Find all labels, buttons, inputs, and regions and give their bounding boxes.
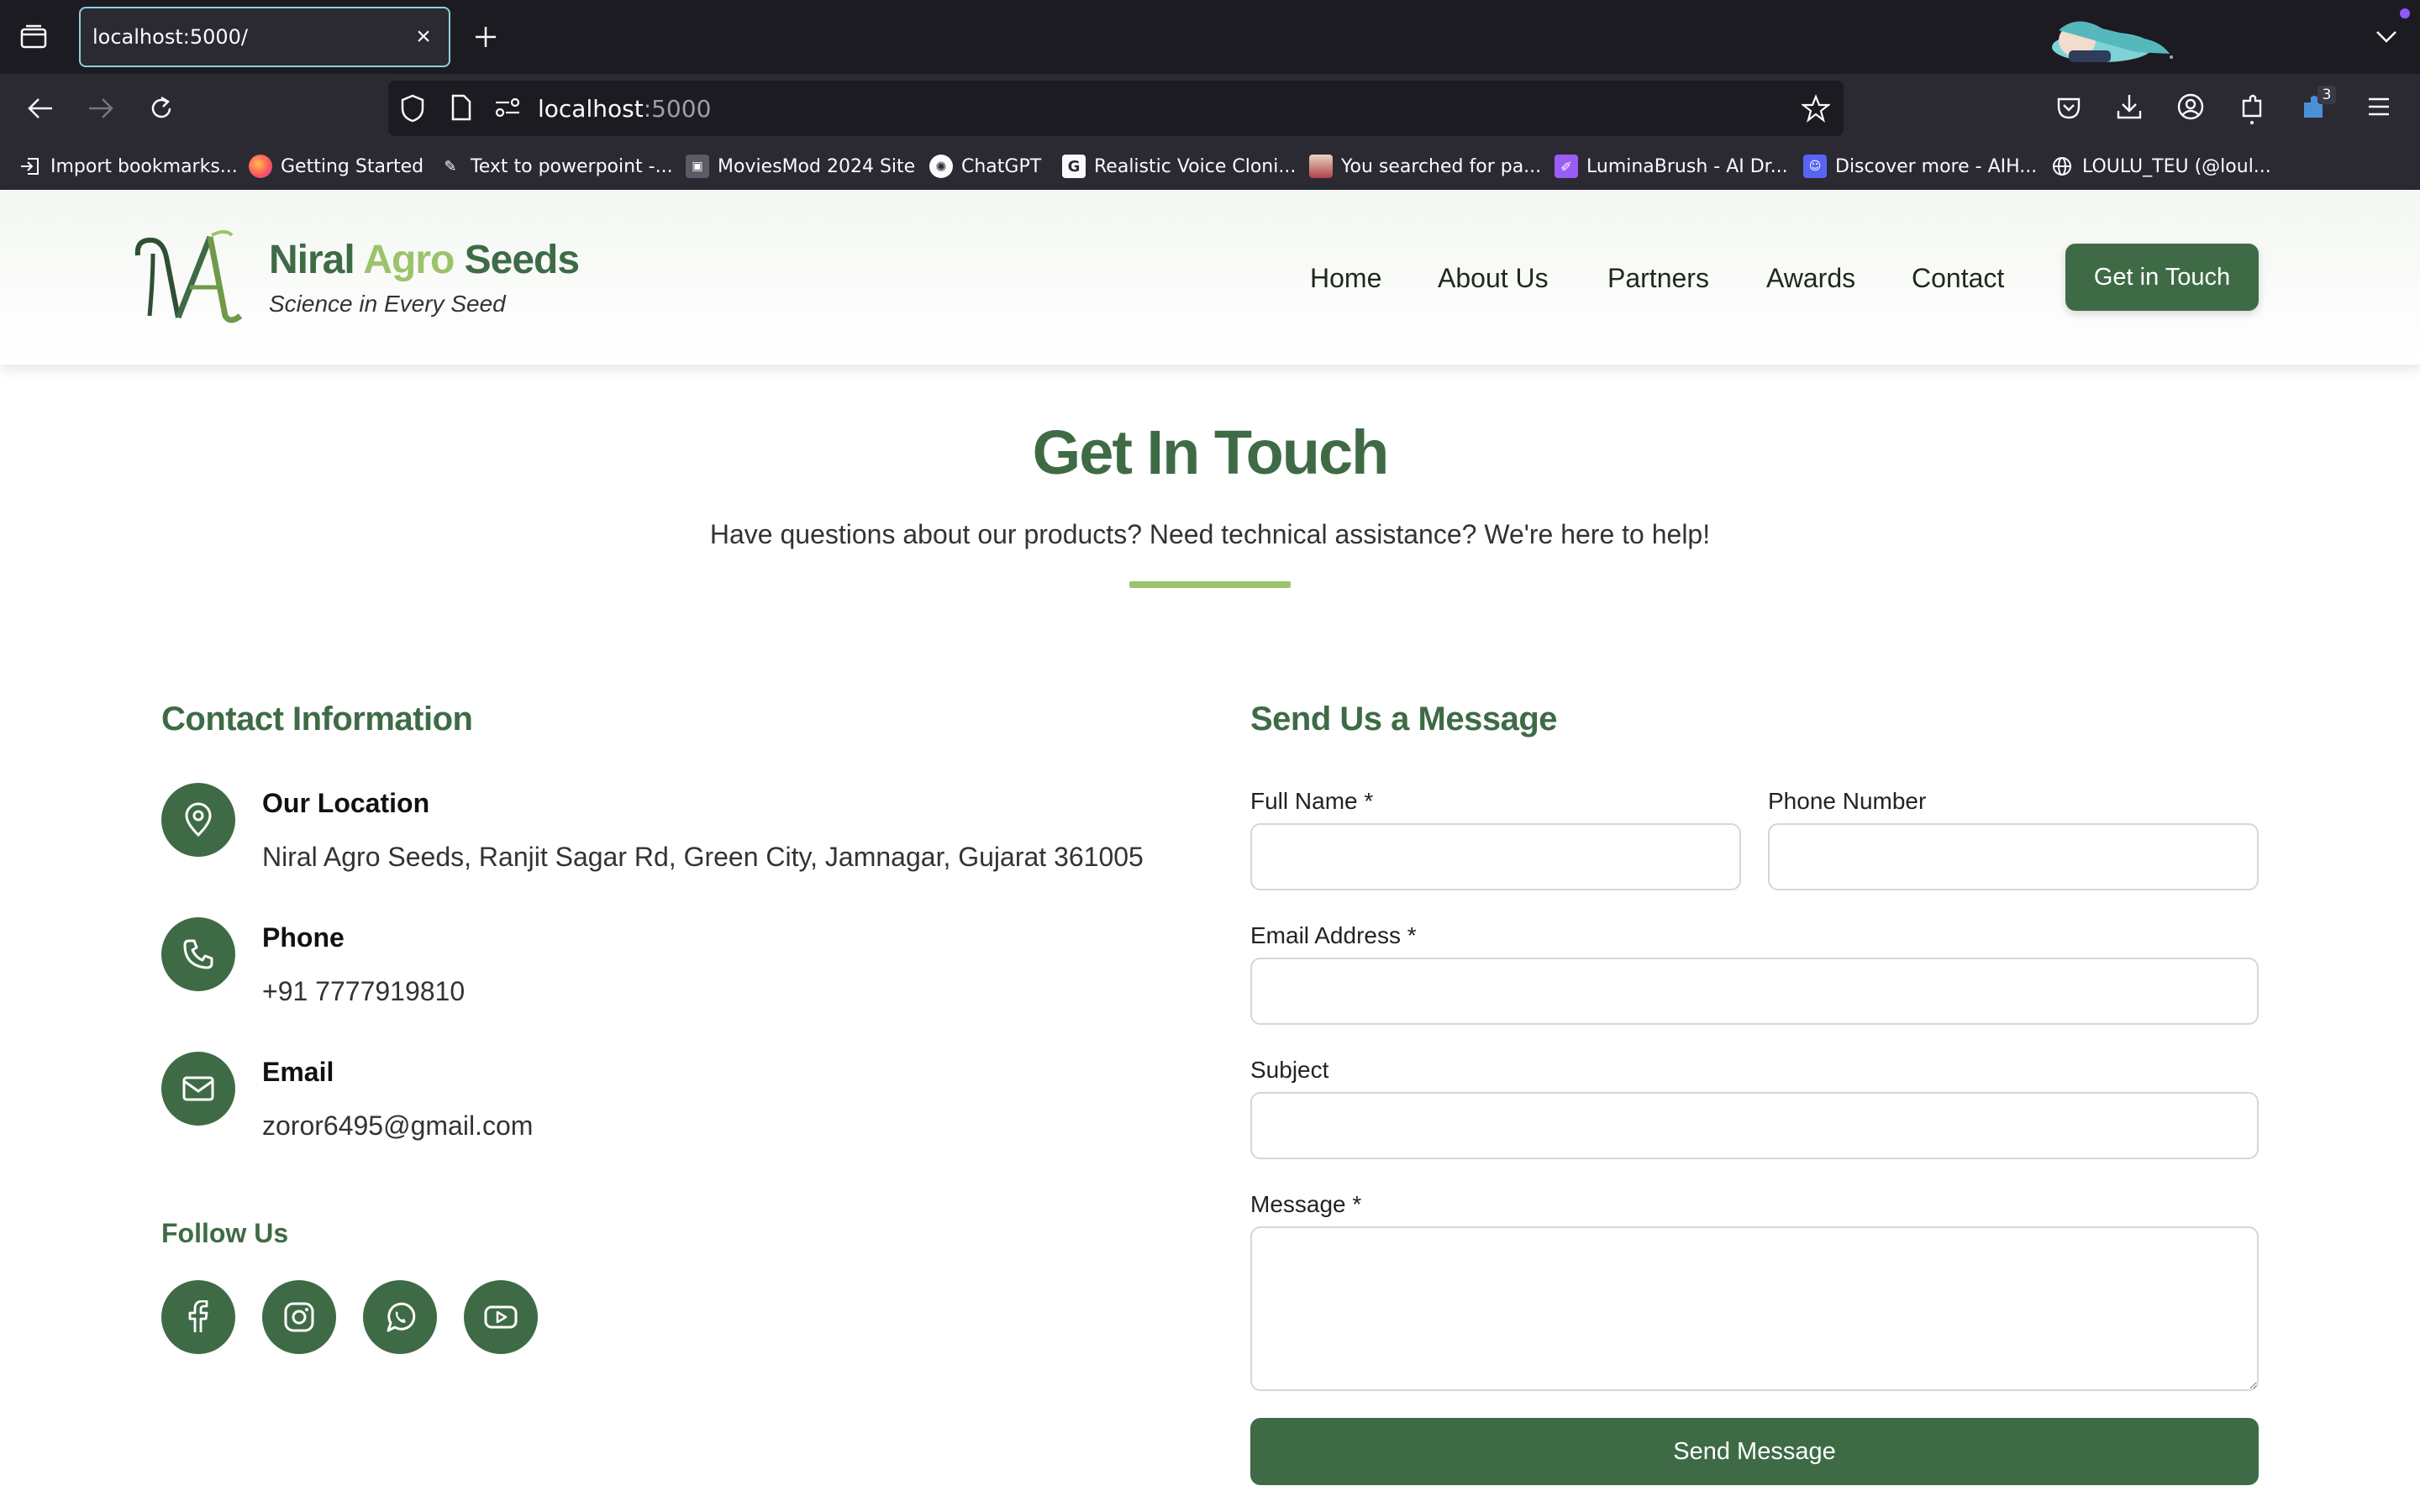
notification-dot	[2400, 8, 2410, 18]
bookmark-label: You searched for pa...	[1341, 155, 1542, 177]
nav-about-us[interactable]: About Us	[1438, 263, 1549, 294]
full-name-label: Full Name *	[1250, 788, 1374, 814]
location-value: Niral Agro Seeds, Ranjit Sagar Rd, Green…	[262, 842, 1144, 872]
bookmark-label: Getting Started	[281, 155, 424, 177]
menu-icon[interactable]	[2366, 96, 2391, 122]
phone-number-input[interactable]	[1768, 823, 2259, 890]
youtube-icon[interactable]	[464, 1280, 538, 1354]
brand-logo[interactable]	[131, 228, 245, 326]
facebook-icon[interactable]	[161, 1280, 235, 1354]
tab-close-icon[interactable]: ×	[410, 18, 437, 55]
reload-icon[interactable]	[138, 85, 185, 132]
subject-label: Subject	[1250, 1057, 1329, 1083]
tracking-shield-icon[interactable]	[400, 94, 425, 127]
phone-icon	[161, 917, 235, 991]
bookmark-label: Import bookmarks...	[50, 155, 238, 177]
nav-contact[interactable]: Contact	[1912, 263, 2004, 294]
brush-icon: ✐	[1555, 155, 1578, 178]
pocket-icon[interactable]	[2055, 94, 2082, 125]
bookmark-item[interactable]: G Realistic Voice Cloni...	[1062, 148, 1296, 185]
bookmark-item[interactable]: ✎ Text to powerpoint -...	[439, 148, 673, 185]
brand-tagline: Science in Every Seed	[269, 291, 506, 317]
list-all-tabs-icon[interactable]	[2370, 20, 2403, 54]
bookmark-label: Text to powerpoint -...	[471, 155, 673, 177]
chatgpt-icon: ✺	[929, 155, 953, 178]
location-pin-icon	[161, 783, 235, 857]
phone-value[interactable]: +91 7777919810	[262, 976, 465, 1007]
bookmark-label: MoviesMod 2024 Site	[718, 155, 916, 177]
phone-number-label: Phone Number	[1768, 788, 1927, 814]
form-title: Send Us a Message	[1250, 701, 1558, 738]
nav-awards[interactable]: Awards	[1766, 263, 1855, 294]
account-icon[interactable]	[2176, 92, 2205, 125]
instagram-icon[interactable]	[262, 1280, 336, 1354]
bookmark-item[interactable]: Getting Started	[249, 148, 424, 185]
page-subtitle: Have questions about our products? Need …	[709, 519, 1711, 549]
theme-character-image	[2044, 13, 2178, 71]
bookmark-item[interactable]: Import bookmarks...	[18, 148, 238, 185]
get-in-touch-button[interactable]: Get in Touch	[2065, 244, 2259, 311]
bookmark-item[interactable]: ☺ Discover more - AIH...	[1803, 148, 2037, 185]
bookmark-item[interactable]: LOULU_TEU (@loul...	[2050, 148, 2271, 185]
url-text[interactable]: localhost:5000	[538, 95, 711, 123]
tab-title: localhost:5000/	[92, 25, 248, 49]
back-arrow-icon[interactable]	[17, 85, 64, 132]
bookmark-label: LOULU_TEU (@loul...	[2082, 155, 2271, 177]
whatsapp-icon[interactable]	[363, 1280, 437, 1354]
full-name-input[interactable]	[1250, 823, 1741, 890]
bookmark-item[interactable]: ✐ LuminaBrush - AI Dr...	[1555, 148, 1788, 185]
nav-home[interactable]: Home	[1310, 263, 1381, 294]
image-icon	[1309, 155, 1333, 178]
contact-info-title: Contact Information	[161, 701, 473, 738]
brand-name[interactable]: Niral Agro Seeds	[269, 237, 580, 283]
g-icon: G	[1062, 155, 1086, 178]
bookmark-star-icon[interactable]	[1800, 94, 1832, 127]
page-title: Get In Touch	[1032, 417, 1390, 487]
page-icon	[450, 94, 472, 125]
new-tab-icon[interactable]	[467, 18, 504, 55]
email-value[interactable]: zoror6495@gmail.com	[262, 1110, 533, 1142]
email-address-input[interactable]	[1250, 958, 2259, 1025]
import-icon	[18, 155, 42, 178]
extensions-icon[interactable]	[2238, 92, 2265, 130]
message-textarea[interactable]	[1250, 1226, 2259, 1391]
message-label: Message *	[1250, 1191, 1362, 1217]
phone-label: Phone	[262, 922, 345, 953]
downloads-icon[interactable]	[2116, 92, 2143, 125]
globe-icon	[2050, 155, 2074, 178]
movie-icon: ▣	[686, 155, 709, 178]
forward-arrow-icon[interactable]	[77, 85, 124, 132]
location-label: Our Location	[262, 788, 430, 818]
bookmark-label: LuminaBrush - AI Dr...	[1586, 155, 1788, 177]
nav-partners[interactable]: Partners	[1607, 263, 1709, 294]
bookmark-item[interactable]: ▣ MoviesMod 2024 Site	[686, 148, 915, 185]
email-address-label: Email Address *	[1250, 922, 1417, 948]
tab-list-icon[interactable]	[15, 20, 52, 54]
bookmark-label: Discover more - AIH...	[1835, 155, 2038, 177]
bookmark-item[interactable]: ✺ ChatGPT	[929, 148, 1041, 185]
send-message-button[interactable]: Send Message	[1250, 1418, 2259, 1485]
bookmark-label: Realistic Voice Cloni...	[1094, 155, 1297, 177]
bookmark-item[interactable]: You searched for pa...	[1309, 148, 1541, 185]
firefox-icon	[249, 155, 272, 178]
bookmark-label: ChatGPT	[961, 155, 1042, 177]
mail-icon	[161, 1052, 235, 1126]
ai-icon: ✎	[444, 157, 457, 176]
extension-badge-count: 3	[2317, 86, 2336, 104]
follow-us-title: Follow Us	[161, 1218, 289, 1248]
permissions-icon[interactable]	[494, 97, 523, 123]
discord-icon: ☺	[1803, 155, 1827, 178]
title-divider	[1129, 581, 1291, 588]
subject-input[interactable]	[1250, 1092, 2259, 1159]
email-label: Email	[262, 1057, 334, 1087]
